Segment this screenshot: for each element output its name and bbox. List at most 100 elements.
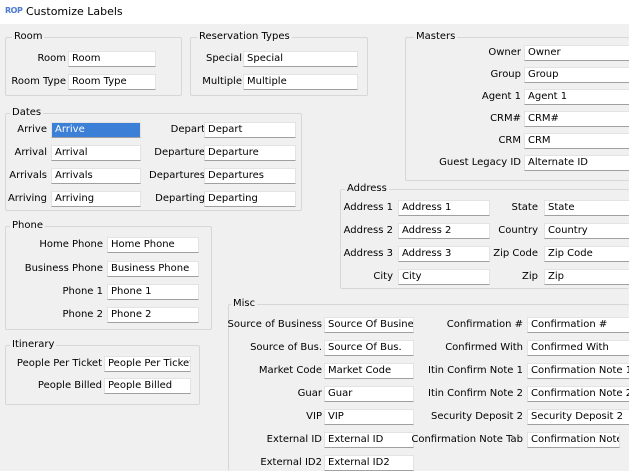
special-label: Special xyxy=(205,53,242,64)
external-id2-label: External ID2 xyxy=(260,457,322,468)
multiple-field[interactable]: Multiple xyxy=(243,74,358,90)
room-legend: Room xyxy=(12,31,45,43)
zip-label: Zip xyxy=(522,271,538,282)
multiple-label: Multiple xyxy=(202,76,242,87)
address-group: Address Address 1 Address 1 Address 2 Ad… xyxy=(340,183,629,289)
vip-field[interactable]: VIP xyxy=(324,409,414,425)
masters-legend: Masters xyxy=(414,31,458,43)
misc-group: Misc Source of Business Source Of Busine… xyxy=(227,298,629,471)
guest-legacy-id-label: Guest Legacy ID xyxy=(439,157,521,168)
room-type-label: Room Type xyxy=(11,76,66,87)
address1-field[interactable]: Address 1 xyxy=(398,200,490,216)
room-label: Room xyxy=(37,53,66,64)
departure-label: Departure xyxy=(154,147,205,158)
depart-field[interactable]: Depart xyxy=(204,122,296,138)
app-icon: ROP xyxy=(5,6,23,15)
arrivals-label: Arrivals xyxy=(9,170,47,181)
confirmation-note-tab-field[interactable]: Confirmation Note xyxy=(527,432,620,448)
address3-field[interactable]: Address 3 xyxy=(398,246,490,262)
crm-hash-label: CRM# xyxy=(490,113,521,124)
source-of-business-label: Source of Business xyxy=(227,319,322,330)
external-id-label: External ID xyxy=(266,434,322,445)
country-field[interactable]: Country xyxy=(544,223,629,239)
group-field[interactable]: Group xyxy=(524,67,629,83)
guar-field[interactable]: Guar xyxy=(324,386,414,402)
arriving-field[interactable]: Arriving xyxy=(51,191,141,207)
guest-legacy-id-field[interactable]: Alternate ID xyxy=(524,155,629,171)
people-billed-label: People Billed xyxy=(37,380,102,391)
owner-field[interactable]: Owner xyxy=(524,45,629,61)
room-field[interactable]: Room xyxy=(68,51,156,67)
source-of-bus-label: Source of Bus. xyxy=(250,342,322,353)
market-code-field[interactable]: Market Code xyxy=(324,363,414,379)
group-label: Group xyxy=(490,69,521,80)
business-phone-field[interactable]: Business Phone xyxy=(107,261,199,277)
agent1-field[interactable]: Agent 1 xyxy=(524,89,629,105)
arrival-label: Arrival xyxy=(14,147,48,158)
city-label: City xyxy=(373,271,393,282)
crm-field[interactable]: CRM xyxy=(524,133,629,149)
state-label: State xyxy=(511,202,538,213)
itin-confirm-note2-field[interactable]: Confirmation Note 2 xyxy=(527,386,629,402)
business-phone-label: Business Phone xyxy=(24,263,103,274)
itinerary-legend: Itinerary xyxy=(10,339,57,351)
phone2-field[interactable]: Phone 2 xyxy=(107,307,199,323)
arrival-field[interactable]: Arrival xyxy=(51,145,141,161)
city-field[interactable]: City xyxy=(398,269,490,285)
zip-code-label: Zip Code xyxy=(493,248,538,259)
people-per-ticket-label: People Per Ticket xyxy=(16,358,102,369)
confirmation-note-tab-label: Confirmation Note Tab xyxy=(411,434,523,445)
confirmation-number-label: Confirmation # xyxy=(446,319,523,330)
misc-legend: Misc xyxy=(231,298,258,310)
itin-confirm-note2-label: Itin Confirm Note 2 xyxy=(428,388,523,399)
crm-hash-field[interactable]: CRM# xyxy=(524,111,629,127)
address2-field[interactable]: Address 2 xyxy=(398,223,490,239)
zip-field[interactable]: Zip xyxy=(544,269,629,285)
security-deposit2-label: Security Deposit 2 xyxy=(430,411,523,422)
departing-label: Departing xyxy=(155,193,205,204)
itin-confirm-note1-field[interactable]: Confirmation Note 1 xyxy=(527,363,629,379)
confirmation-number-field[interactable]: Confirmation # xyxy=(527,317,629,333)
crm-label: CRM xyxy=(498,135,521,146)
phone1-field[interactable]: Phone 1 xyxy=(107,284,199,300)
external-id2-field[interactable]: External ID2 xyxy=(324,455,414,471)
confirmed-with-label: Confirmed With xyxy=(445,342,523,353)
dates-legend: Dates xyxy=(10,107,44,119)
source-of-business-field[interactable]: Source Of Business xyxy=(324,317,414,333)
arrive-field[interactable]: Arrive xyxy=(51,122,141,138)
address3-label: Address 3 xyxy=(343,248,393,259)
vip-label: VIP xyxy=(306,411,322,422)
people-billed-field[interactable]: People Billed xyxy=(104,378,191,394)
state-field[interactable]: State xyxy=(544,200,629,216)
address2-label: Address 2 xyxy=(343,225,393,236)
departing-field[interactable]: Departing xyxy=(204,191,296,207)
market-code-label: Market Code xyxy=(258,365,322,376)
zip-code-field[interactable]: Zip Code xyxy=(544,246,629,262)
external-id-field[interactable]: External ID xyxy=(324,432,414,448)
arrivals-field[interactable]: Arrivals xyxy=(51,168,141,184)
source-of-bus-field[interactable]: Source Of Bus. xyxy=(324,340,414,356)
confirmed-with-field[interactable]: Confirmed With xyxy=(527,340,629,356)
phone1-label: Phone 1 xyxy=(62,286,103,297)
special-field[interactable]: Special xyxy=(243,51,358,67)
reservation-types-group: Reservation Types Special Special Multip… xyxy=(190,31,368,96)
departures-label: Departures xyxy=(149,170,205,181)
guar-label: Guar xyxy=(297,388,322,399)
room-group: Room Room Room Room Type Room Type xyxy=(5,31,182,96)
depart-label: Depart xyxy=(170,124,205,135)
room-type-field[interactable]: Room Type xyxy=(68,74,156,90)
phone-legend: Phone xyxy=(10,220,45,232)
title-bar: ROP Customize Labels xyxy=(0,0,629,24)
departure-field[interactable]: Departure xyxy=(204,145,296,161)
phone2-label: Phone 2 xyxy=(62,309,103,320)
arriving-label: Arriving xyxy=(7,193,47,204)
security-deposit2-field[interactable]: Security Deposit 2 xyxy=(527,409,629,425)
people-per-ticket-field[interactable]: People Per Ticket xyxy=(104,356,191,372)
phone-group: Phone Home Phone Home Phone Business Pho… xyxy=(5,220,212,330)
departures-field[interactable]: Departures xyxy=(204,168,296,184)
home-phone-field[interactable]: Home Phone xyxy=(107,237,199,253)
country-label: Country xyxy=(498,225,538,236)
window-title: Customize Labels xyxy=(26,5,123,18)
arrive-label: Arrive xyxy=(17,124,47,135)
address1-label: Address 1 xyxy=(343,202,393,213)
